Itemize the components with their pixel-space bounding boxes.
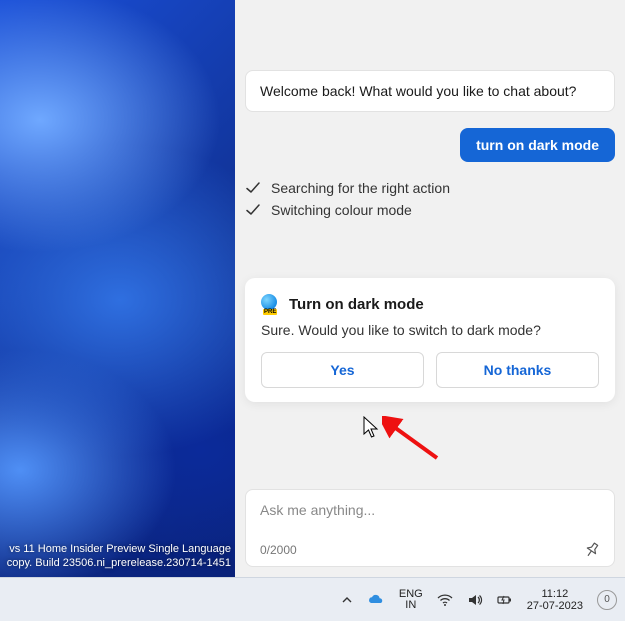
progress-text: Searching for the right action [271,180,450,196]
action-card: PRE Turn on dark mode Sure. Would you li… [245,278,615,402]
progress-list: Searching for the right action Switching… [245,180,615,218]
watermark-line2: copy. Build 23506.ni_prerelease.230714-1… [0,556,231,570]
card-title: Turn on dark mode [289,296,424,313]
progress-item: Switching colour mode [245,202,615,218]
assistant-welcome-message: Welcome back! What would you like to cha… [245,70,615,112]
chat-input[interactable] [260,502,600,518]
char-counter: 0/2000 [260,543,297,557]
notif-count: 0 [604,594,610,605]
pin-icon[interactable] [584,542,600,558]
notifications-badge[interactable]: 0 [597,590,617,610]
language-indicator[interactable]: ENG IN [399,589,423,611]
check-icon [245,180,261,196]
card-header: PRE Turn on dark mode [261,294,599,314]
windows-build-watermark: vs 11 Home Insider Preview Single Langua… [0,540,235,572]
lang-bot: IN [405,600,416,611]
check-icon [245,202,261,218]
chat-scroll[interactable]: Welcome back! What would you like to cha… [245,0,615,489]
copilot-icon: PRE [261,294,281,314]
user-message-row: turn on dark mode [245,128,615,162]
volume-icon[interactable] [467,592,483,608]
wifi-icon[interactable] [437,592,453,608]
clock-time: 11:12 [542,588,569,600]
clock[interactable]: 11:12 27-07-2023 [527,588,583,612]
chat-input-box[interactable]: 0/2000 [245,489,615,567]
card-body-text: Sure. Would you like to switch to dark m… [261,322,599,338]
battery-icon[interactable] [497,592,513,608]
yes-button[interactable]: Yes [261,352,424,388]
clock-date: 27-07-2023 [527,600,583,612]
tray-overflow-chevron-icon[interactable] [341,594,353,606]
taskbar[interactable]: ENG IN 11:12 27-07-2023 0 [0,577,625,621]
user-message-bubble: turn on dark mode [460,128,615,162]
watermark-line1: vs 11 Home Insider Preview Single Langua… [0,542,231,556]
copilot-chat-panel: Welcome back! What would you like to cha… [235,0,625,577]
progress-item: Searching for the right action [245,180,615,196]
lang-top: ENG [399,589,423,600]
onedrive-icon[interactable] [367,591,385,609]
no-thanks-button[interactable]: No thanks [436,352,599,388]
progress-text: Switching colour mode [271,202,412,218]
